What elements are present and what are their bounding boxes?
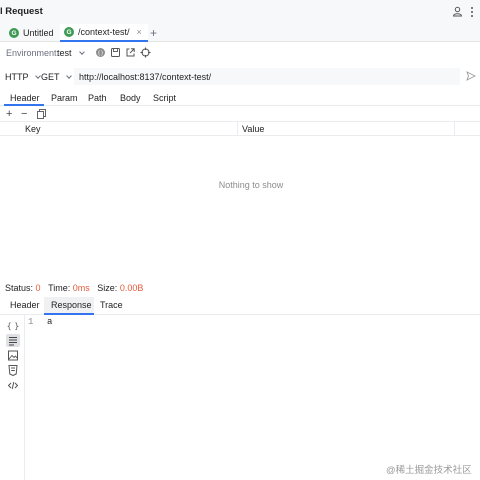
format-json-icon[interactable]: { }	[7, 320, 19, 331]
svg-text:{ }: { }	[7, 322, 19, 331]
response-editor[interactable]	[24, 315, 480, 480]
environment-select[interactable]: test	[57, 48, 85, 58]
environment-value: test	[57, 48, 72, 58]
more-vertical-icon[interactable]	[468, 5, 476, 19]
tab-trace[interactable]: Trace	[100, 300, 123, 310]
column-value: Value	[242, 124, 265, 134]
tab-body[interactable]: Body	[120, 93, 141, 103]
tab-label: Untitled	[23, 28, 54, 38]
external-link-icon[interactable]	[125, 47, 136, 58]
tab-param[interactable]: Param	[51, 93, 78, 103]
column-divider[interactable]	[237, 121, 238, 136]
tab-context-test[interactable]: G /context-test/ ×	[60, 24, 148, 42]
time-label: Time:	[48, 283, 71, 293]
table-header	[0, 121, 480, 136]
size-label: Size:	[97, 283, 118, 293]
settings-crosshair-icon[interactable]	[140, 47, 151, 58]
line-number: 1	[28, 317, 34, 327]
tab-script[interactable]: Script	[153, 93, 176, 103]
add-row-button[interactable]: +	[6, 109, 12, 120]
title-bar	[0, 0, 480, 24]
environment-label: Environment:	[6, 48, 60, 58]
url-input[interactable]	[74, 68, 460, 85]
remove-row-button[interactable]: −	[21, 109, 27, 120]
grpc-icon: G	[64, 27, 74, 37]
tab-path[interactable]: Path	[88, 93, 107, 103]
protocol-value: HTTP	[5, 72, 29, 82]
svg-text:{}: {}	[97, 50, 103, 56]
chevron-down-icon	[79, 49, 85, 55]
text-lines-icon[interactable]	[7, 335, 19, 346]
tab-response-header[interactable]: Header	[10, 300, 40, 310]
html-icon[interactable]	[7, 365, 19, 376]
tab-untitled[interactable]: G Untitled	[5, 24, 58, 42]
save-icon[interactable]	[110, 47, 121, 58]
chevron-down-icon	[66, 73, 72, 79]
user-icon[interactable]	[452, 6, 463, 17]
tab-header[interactable]: Header	[10, 93, 40, 103]
size-value: 0.00B	[119, 283, 144, 293]
grpc-icon: G	[9, 28, 19, 38]
method-value: GET	[41, 72, 60, 82]
method-select[interactable]: GET	[41, 72, 72, 82]
time-value: 0ms	[72, 283, 90, 293]
empty-state-text: Nothing to show	[218, 180, 284, 190]
column-key: Key	[25, 124, 41, 134]
tab-response[interactable]: Response	[51, 300, 92, 310]
active-tab-indicator	[4, 104, 44, 106]
column-divider[interactable]	[454, 121, 455, 136]
protocol-select[interactable]: HTTP	[5, 72, 41, 82]
add-tab-button[interactable]: +	[150, 26, 157, 40]
window-title: l Request	[0, 6, 43, 17]
status-label: Status:	[5, 283, 34, 293]
response-line[interactable]: a	[47, 317, 52, 327]
close-icon[interactable]: ×	[137, 27, 142, 37]
status-value: 0	[35, 283, 41, 293]
image-icon[interactable]	[7, 350, 19, 361]
watermark: @稀土掘金技术社区	[386, 465, 472, 476]
tab-label: /context-test/	[78, 27, 130, 37]
globe-script-icon[interactable]: {}	[95, 47, 106, 58]
status-bar: Status: 0 Time: 0ms Size: 0.00B	[5, 283, 143, 293]
chevron-down-icon	[35, 73, 41, 79]
code-icon[interactable]	[7, 380, 19, 391]
copy-icon[interactable]	[37, 109, 46, 119]
send-icon[interactable]	[466, 71, 476, 81]
